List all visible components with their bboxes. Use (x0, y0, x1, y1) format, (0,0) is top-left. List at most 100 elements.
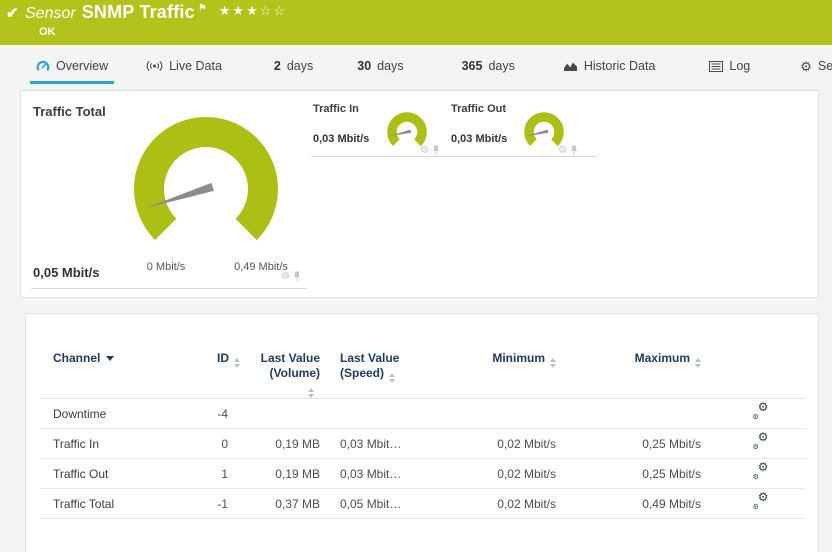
pin-icon[interactable] (570, 145, 578, 156)
channel-volume: 0,19 MB (242, 429, 334, 459)
tab-30-days[interactable]: 30 days (351, 59, 409, 84)
priority-stars[interactable]: ★★★☆☆ (219, 3, 287, 19)
channel-link[interactable]: Downtime (40, 399, 202, 429)
traffic-total-gauge (126, 109, 286, 269)
tab-label: Settings (818, 59, 832, 73)
sort-icon (389, 373, 395, 383)
tab-label: Live Data (169, 59, 222, 73)
channel-max: 0,49 Mbit/s (570, 489, 715, 519)
gauge-in-title: Traffic In (313, 103, 359, 115)
channel-id: 0 (202, 429, 242, 459)
tab-label: Overview (56, 59, 108, 73)
tab-log[interactable]: Log (703, 59, 756, 84)
sort-icon (234, 358, 240, 368)
tab-overview[interactable]: Overview (30, 59, 114, 84)
tab-historic-data[interactable]: Historic Data (557, 59, 662, 84)
channel-max: 0,25 Mbit/s (570, 429, 715, 459)
channel-volume (242, 399, 334, 429)
gauge-total-value: 0,05 Mbit/s (33, 265, 99, 280)
table-row-traffic-total: Traffic Total -1 0,37 MB 0,05 Mbit… 0,02… (40, 489, 806, 519)
column-header-maximum[interactable]: Maximum (570, 314, 715, 399)
channel-min: 0,02 Mbit/s (462, 489, 570, 519)
column-header-last-value-speed[interactable]: Last Value (Speed) (334, 314, 462, 399)
gauge-icon (36, 59, 50, 73)
channel-settings-gears-icon[interactable]: ⚙⚙ (753, 464, 769, 480)
column-header-id[interactable]: ID (202, 314, 242, 399)
channels-table: Channel ID Last Value (Volume) Last Valu… (40, 314, 806, 519)
divider (449, 156, 597, 157)
channel-min: 0,02 Mbit/s (462, 459, 570, 489)
sensor-header: ✔ Sensor SNMP Traffic ⚑ ★★★☆☆ OK (0, 0, 832, 45)
table-row-traffic-out: Traffic Out 1 0,19 MB 0,03 Mbit… 0,02 Mb… (40, 459, 806, 489)
column-header-channel[interactable]: Channel (40, 314, 202, 399)
status-badge: OK (39, 26, 287, 38)
divider (31, 288, 307, 289)
gauge-settings-gear-icon[interactable]: ⚙ (420, 146, 429, 156)
table-row-downtime: Downtime -4 ⚙⚙ (40, 399, 806, 429)
gauge-settings-gear-icon[interactable]: ⚙ (558, 146, 567, 156)
channel-speed (334, 399, 462, 429)
tab-label: days (377, 59, 403, 73)
tab-365-days[interactable]: 365 days (456, 59, 521, 84)
channel-settings-gears-icon[interactable]: ⚙⚙ (753, 404, 769, 420)
gear-icon: ⚙ (800, 60, 812, 73)
tab-label: days (287, 59, 313, 73)
tab-label: Log (729, 59, 750, 73)
tab-settings[interactable]: ⚙ Settings (794, 59, 832, 84)
channel-link[interactable]: Traffic Total (40, 489, 202, 519)
channel-min (462, 399, 570, 429)
tab-bar: Overview Live Data 2 days 30 days 365 da… (0, 56, 832, 84)
tab-live-data[interactable]: Live Data (140, 59, 228, 84)
pin-icon[interactable] (432, 145, 440, 156)
channel-id: 1 (202, 459, 242, 489)
sensor-title: SNMP Traffic (82, 2, 195, 23)
channels-panel: Channel ID Last Value (Volume) Last Valu… (25, 313, 819, 552)
sort-icon (308, 388, 314, 398)
channel-speed: 0,03 Mbit… (334, 429, 462, 459)
tab-label: Historic Data (584, 59, 656, 73)
channel-volume: 0,37 MB (242, 489, 334, 519)
channel-speed: 0,05 Mbit… (334, 489, 462, 519)
table-header-row: Channel ID Last Value (Volume) Last Valu… (40, 314, 806, 399)
sort-icon (695, 358, 701, 368)
gauge-out-title: Traffic Out (451, 103, 506, 115)
gauge-total-actions: ⚙ (281, 271, 301, 282)
gauge-settings-gear-icon[interactable]: ⚙ (281, 272, 290, 282)
broadcast-icon (146, 60, 163, 72)
channel-link[interactable]: Traffic In (40, 429, 202, 459)
gauge-total-title: Traffic Total (33, 104, 106, 119)
tab-label: days (488, 59, 514, 73)
pin-icon[interactable] (293, 271, 301, 282)
log-list-icon (709, 61, 723, 72)
tab-label-number: 30 (357, 59, 371, 73)
channel-min: 0,02 Mbit/s (462, 429, 570, 459)
sensor-kind-label: Sensor (25, 5, 76, 23)
status-ok-check-icon: ✔ (6, 4, 19, 22)
tab-label-number: 365 (462, 59, 483, 73)
channel-max: 0,25 Mbit/s (570, 459, 715, 489)
channel-link[interactable]: Traffic Out (40, 459, 202, 489)
channel-id: -4 (202, 399, 242, 429)
gauge-max-label: 0,49 Mbit/s (234, 261, 288, 273)
gauges-panel: Traffic Total 0 Mbit/s 0,49 Mbit/s 0,05 … (20, 90, 819, 298)
channel-id: -1 (202, 489, 242, 519)
sort-icon (550, 358, 556, 368)
flag-icon[interactable]: ⚑ (198, 3, 207, 14)
channel-volume: 0,19 MB (242, 459, 334, 489)
channel-max (570, 399, 715, 429)
channel-settings-gears-icon[interactable]: ⚙⚙ (753, 494, 769, 510)
sort-desc-icon (106, 356, 114, 361)
tab-2-days[interactable]: 2 days (268, 59, 319, 84)
column-header-minimum[interactable]: Minimum (462, 314, 570, 399)
gauge-in-value: 0,03 Mbit/s (313, 133, 369, 145)
tab-label-number: 2 (274, 59, 281, 73)
column-header-last-value-volume[interactable]: Last Value (Volume) (242, 314, 334, 399)
channel-settings-gears-icon[interactable]: ⚙⚙ (753, 434, 769, 450)
gauge-in-actions: ⚙ (420, 145, 440, 156)
table-row-traffic-in: Traffic In 0 0,19 MB 0,03 Mbit… 0,02 Mbi… (40, 429, 806, 459)
gauge-min-label: 0 Mbit/s (147, 261, 186, 273)
gauge-out-actions: ⚙ (558, 145, 578, 156)
gauge-out-value: 0,03 Mbit/s (451, 133, 507, 145)
divider (311, 156, 459, 157)
channel-speed: 0,03 Mbit… (334, 459, 462, 489)
